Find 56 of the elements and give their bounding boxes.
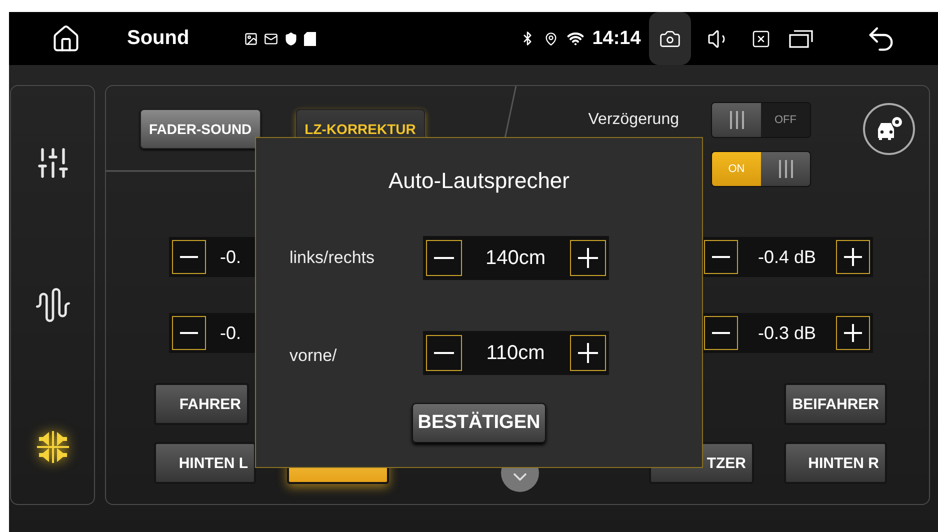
- tab[interactable]: FADER-SOUND: [140, 109, 261, 149]
- recent-apps-icon[interactable]: [788, 28, 813, 48]
- distance-value: 110cm: [485, 342, 546, 364]
- confirm-button[interactable]: BESTÄTIGEN: [412, 403, 546, 443]
- increase-button[interactable]: [570, 335, 606, 371]
- minus-icon: [712, 256, 730, 258]
- speaker-position-button[interactable]: BEIFAHRER: [784, 383, 887, 425]
- decrease-button[interactable]: [172, 316, 206, 350]
- sd-card-icon: [304, 32, 316, 46]
- location-icon: [544, 32, 558, 46]
- minus-icon: [434, 352, 454, 354]
- home-icon[interactable]: [51, 24, 81, 54]
- wifi-icon: [567, 30, 584, 47]
- level-value: -0.: [220, 322, 242, 344]
- toggle-switch[interactable]: OFF: [711, 102, 811, 138]
- plus-icon: [578, 343, 598, 363]
- level-value: -0.3 dB: [756, 322, 818, 344]
- increase-button[interactable]: [836, 316, 870, 350]
- waveform-icon: [34, 286, 72, 324]
- level-value: -0.: [220, 246, 242, 268]
- image-icon: [244, 32, 258, 46]
- distance-label: vorne/: [290, 346, 338, 366]
- distance-label: links/rechts: [290, 248, 376, 268]
- plus-icon: [578, 248, 598, 268]
- minus-icon: [434, 257, 454, 259]
- decrease-button[interactable]: [172, 240, 206, 274]
- toggle-state-text: ON: [728, 163, 745, 175]
- clock-time: 14:14: [592, 28, 641, 50]
- speaker-position-button[interactable]: HINTEN R: [784, 442, 887, 484]
- toggle-state-text: OFF: [774, 114, 796, 126]
- increase-button[interactable]: [570, 240, 606, 276]
- decrease-button[interactable]: [704, 240, 738, 274]
- dialog-title: Auto-Lautsprecher: [388, 168, 570, 194]
- minus-icon: [180, 256, 198, 258]
- mail-icon: [264, 32, 278, 46]
- speaker-position-button[interactable]: HINTEN L: [154, 442, 256, 484]
- shield-icon: [284, 32, 298, 46]
- decrease-button[interactable]: [426, 240, 462, 276]
- screenshot-button[interactable]: [648, 12, 691, 65]
- speaker-position-button[interactable]: FAHRER: [154, 383, 249, 425]
- distance-value: 140cm: [484, 246, 547, 270]
- app-title: Sound: [127, 27, 190, 50]
- minus-icon: [180, 332, 198, 334]
- car-settings-button[interactable]: [863, 103, 915, 155]
- increase-button[interactable]: [836, 240, 870, 274]
- plus-icon: [844, 324, 862, 342]
- delay-label: Verzögerung: [588, 111, 679, 129]
- close-icon[interactable]: [750, 28, 771, 48]
- plus-icon: [844, 248, 862, 266]
- decrease-button[interactable]: [426, 335, 462, 371]
- grip-icon: [778, 160, 794, 178]
- decrease-button[interactable]: [704, 316, 738, 350]
- speakers-icon: [34, 429, 70, 465]
- level-value: -0.4 dB: [756, 246, 818, 268]
- grip-icon: [728, 111, 744, 129]
- minus-icon: [712, 332, 730, 334]
